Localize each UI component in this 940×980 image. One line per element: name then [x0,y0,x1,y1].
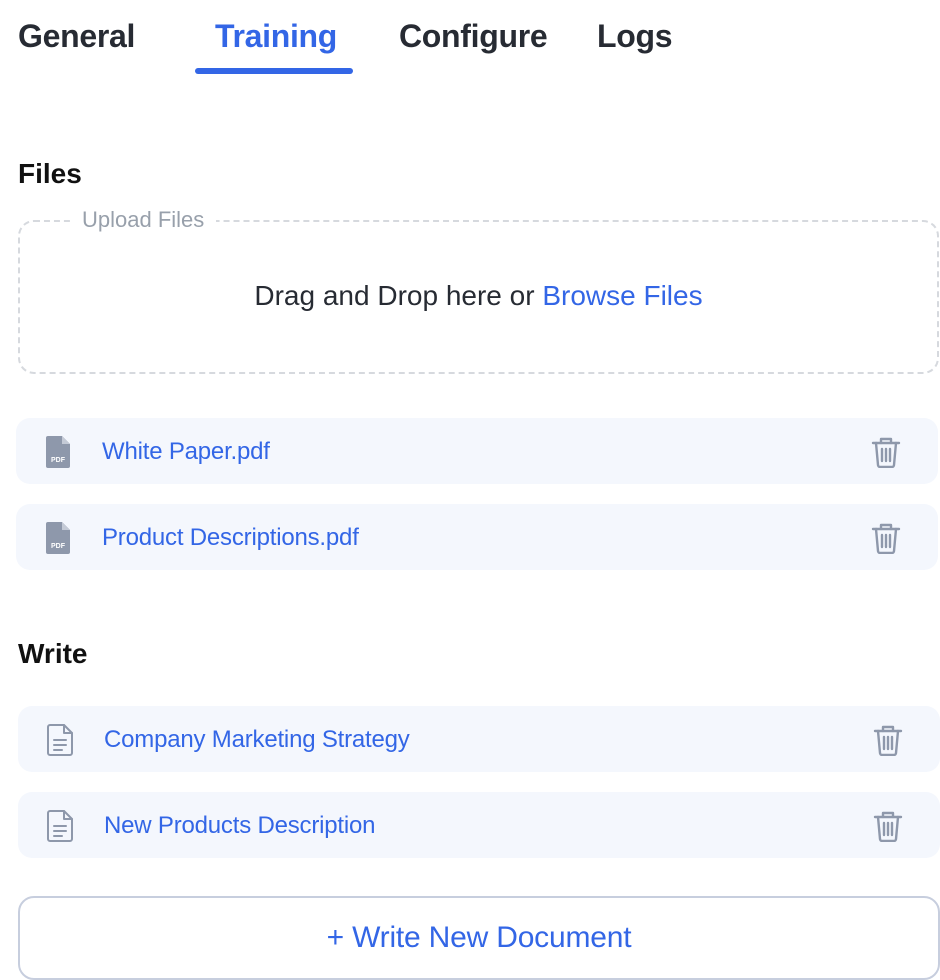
pdf-file-icon: PDF [46,436,70,468]
pdf-badge-text: PDF [51,543,66,550]
file-dropzone[interactable]: Upload Files Drag and Drop here or Brows… [18,207,939,374]
document-name[interactable]: Company Marketing Strategy [104,726,410,754]
tab-bar: General Training Configure Logs [0,0,940,80]
trash-icon[interactable] [871,522,901,554]
trash-icon[interactable] [871,436,901,468]
pdf-file-icon: PDF [46,522,70,554]
upload-files-legend: Upload Files [70,207,217,233]
file-name[interactable]: Product Descriptions.pdf [102,524,359,552]
active-tab-indicator [195,68,353,74]
document-icon [47,724,73,756]
document-item: New Products Description [18,792,940,858]
tab-logs[interactable]: Logs [597,18,673,55]
dropzone-prompt: Drag and Drop here or Browse Files [20,280,937,312]
drag-drop-text: Drag and Drop here or [254,280,543,311]
pdf-badge-text: PDF [51,457,66,464]
tab-general[interactable]: General [18,18,135,55]
file-item: PDF White Paper.pdf [16,418,938,484]
trash-icon[interactable] [873,724,903,756]
write-new-document-button[interactable]: + Write New Document [18,896,940,980]
write-section-title: Write [18,638,88,669]
trash-icon[interactable] [873,810,903,842]
document-item: Company Marketing Strategy [18,706,940,772]
browse-files-link[interactable]: Browse Files [542,280,702,311]
files-section-title: Files [18,158,82,189]
file-item: PDF Product Descriptions.pdf [16,504,938,570]
file-name[interactable]: White Paper.pdf [102,438,270,466]
tab-configure[interactable]: Configure [399,18,548,55]
document-name[interactable]: New Products Description [104,812,376,840]
tab-training[interactable]: Training [215,18,337,55]
document-icon [47,810,73,842]
